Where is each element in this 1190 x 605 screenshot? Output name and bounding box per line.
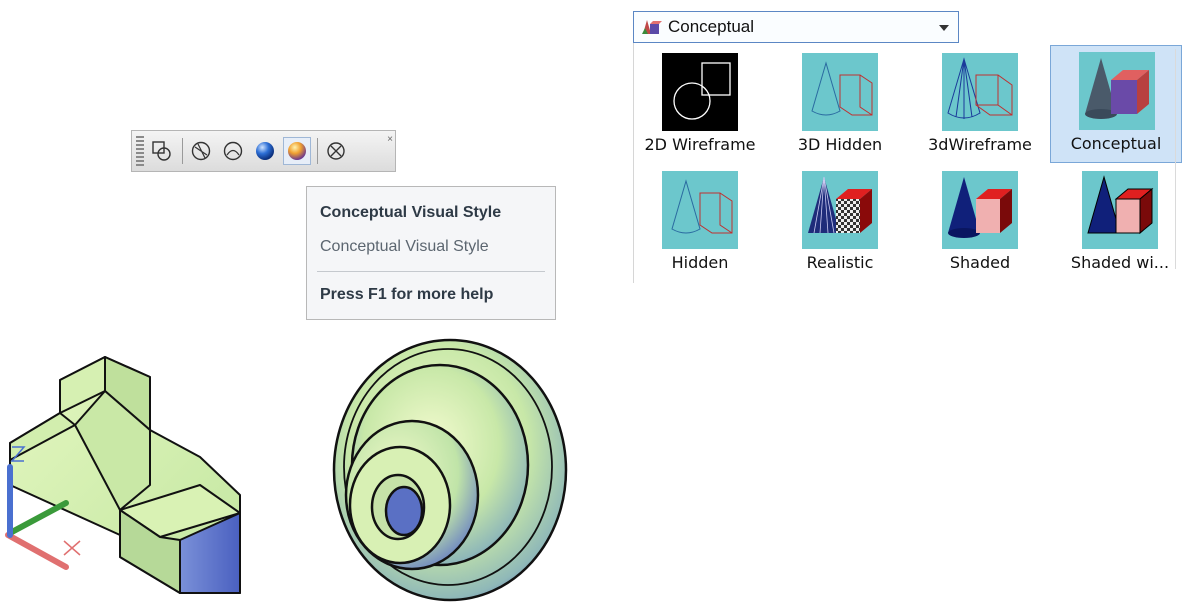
conceptual-style-icon	[642, 20, 662, 34]
tooltip-help-text: Press F1 for more help	[320, 286, 494, 303]
3d-wireframe-icon	[191, 141, 211, 161]
conceptual-sphere-icon	[288, 142, 306, 160]
shaded-thumbnail-icon	[942, 171, 1018, 249]
realistic-button[interactable]	[251, 137, 279, 165]
visual-style-item-2d-wireframe[interactable]: 2D Wireframe	[634, 47, 766, 162]
toolbar-separator	[317, 138, 318, 164]
visual-style-label: 2D Wireframe	[644, 135, 756, 154]
3d-hidden-thumbnail-icon	[802, 53, 878, 131]
visual-style-item-3dwireframe[interactable]: 3dWireframe	[914, 47, 1046, 162]
2d-wireframe-thumbnail-icon	[662, 53, 738, 131]
gallery-scrollbar[interactable]	[1175, 49, 1184, 269]
3d-wireframe-button[interactable]	[187, 137, 215, 165]
toolbar-separator	[182, 138, 183, 164]
visual-style-label: Hidden	[671, 253, 729, 272]
realistic-sphere-icon	[256, 142, 274, 160]
realistic-thumbnail-icon	[802, 171, 878, 249]
visual-styles-toolbar: ×	[131, 130, 396, 172]
visual-style-item-3d-hidden[interactable]: 3D Hidden	[774, 47, 906, 162]
conceptual-button[interactable]	[283, 137, 311, 165]
visual-style-item-realistic[interactable]: Realistic	[774, 165, 906, 280]
3d-wireframe-thumbnail-icon	[942, 53, 1018, 131]
3d-hidden-button[interactable]	[219, 137, 247, 165]
2d-wireframe-button[interactable]	[148, 137, 176, 165]
drawing-viewport[interactable]	[0, 335, 620, 605]
hidden-thumbnail-icon	[662, 171, 738, 249]
visual-style-item-hidden[interactable]: Hidden	[634, 165, 766, 280]
visual-styles-gallery: 2D Wireframe 3D Hidden 3dWireframe Conce…	[633, 43, 1190, 283]
tooltip-description: Conceptual Visual Style	[320, 238, 489, 255]
tooltip-divider	[317, 271, 545, 272]
visual-style-item-shaded-with-edges[interactable]: Shaded wi...	[1054, 165, 1186, 280]
visual-style-item-shaded[interactable]: Shaded	[914, 165, 1046, 280]
visual-style-current-label: Conceptual	[668, 17, 755, 36]
3d-hidden-icon	[223, 141, 243, 161]
tooltip: Conceptual Visual Style Conceptual Visua…	[306, 186, 556, 320]
2d-wireframe-icon	[152, 141, 171, 161]
visual-style-label: 3dWireframe	[928, 135, 1032, 154]
visual-style-dropdown[interactable]: Conceptual	[633, 11, 959, 43]
visual-style-label: Shaded wi...	[1070, 253, 1170, 272]
visual-style-label: Shaded	[949, 253, 1011, 272]
tooltip-title: Conceptual Visual Style	[320, 204, 502, 221]
flange-hub-model	[332, 338, 568, 602]
visual-style-label: Conceptual	[1070, 134, 1162, 153]
visual-style-label: Realistic	[806, 253, 874, 272]
manage-visual-styles-icon	[327, 142, 345, 160]
visual-style-item-conceptual[interactable]: Conceptual	[1050, 45, 1182, 163]
conceptual-thumbnail-icon	[1079, 52, 1155, 130]
shaded-with-edges-thumbnail-icon	[1082, 171, 1158, 249]
manage-visual-styles-button[interactable]	[322, 137, 350, 165]
toolbar-close-icon[interactable]: ×	[387, 134, 393, 145]
visual-style-label: 3D Hidden	[797, 135, 883, 154]
toolbar-grip[interactable]	[136, 136, 144, 166]
chevron-down-icon[interactable]	[939, 25, 949, 31]
